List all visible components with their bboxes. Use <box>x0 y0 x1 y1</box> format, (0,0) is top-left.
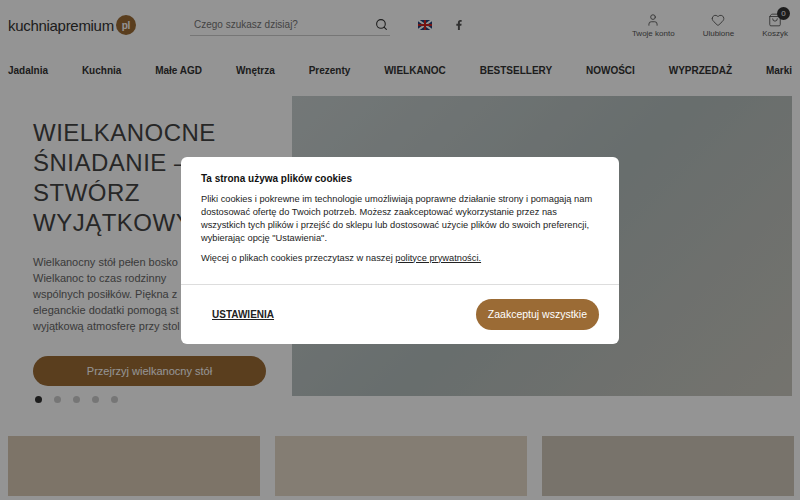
dialog-more: Więcej o plikach cookies przeczytasz w n… <box>201 252 599 265</box>
cookie-dialog: Ta strona używa plików cookies Pliki cook… <box>181 157 619 344</box>
dialog-divider <box>181 284 619 285</box>
page: kuchniapremiumplTwoje kontoUlubione0Kosz… <box>0 0 800 500</box>
dialog-title: Ta strona używa plików cookies <box>201 173 599 184</box>
modal-overlay: Ta strona używa plików cookies Pliki cook… <box>0 0 800 500</box>
privacy-link[interactable]: polityce prywatności. <box>395 253 481 263</box>
dialog-buttons: USTAWIENIA Zaakceptuj wszystkie <box>181 285 619 344</box>
dialog-text: Pliki cookies i pokrewne im technologie … <box>201 193 599 245</box>
settings-button[interactable]: USTAWIENIA <box>212 305 274 324</box>
accept-button[interactable]: Zaakceptuj wszystkie <box>476 299 599 330</box>
